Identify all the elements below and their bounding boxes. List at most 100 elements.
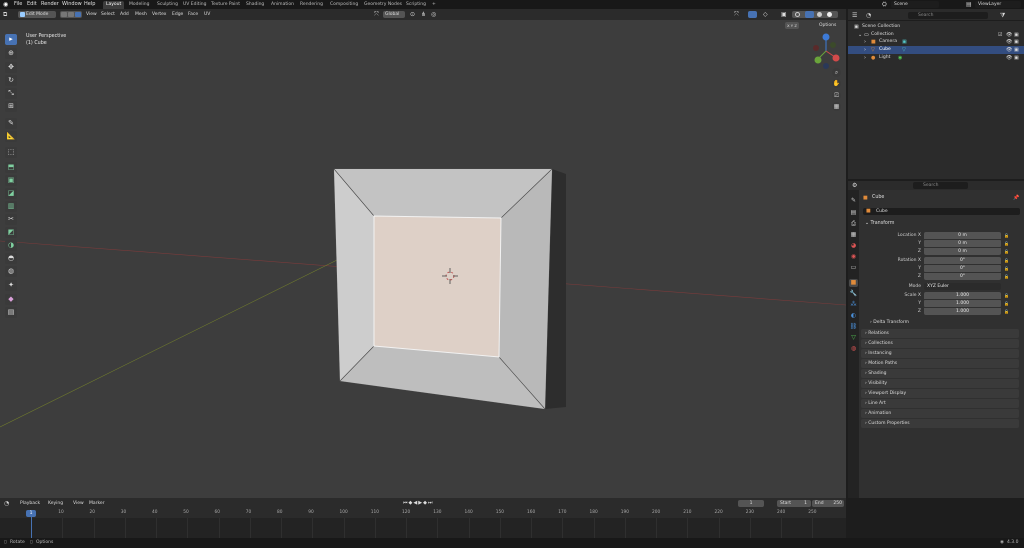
menu-playback[interactable]: Playback [18,500,42,507]
select-box-tool-icon[interactable]: ▸ [5,34,17,45]
render-camera-icon[interactable]: ▣ [1014,38,1019,46]
rendered-shading-icon[interactable] [827,12,832,17]
particles-tab-icon[interactable]: ⁂ [849,301,858,309]
face-select-icon[interactable] [75,12,81,17]
lock-rotation-y-icon[interactable]: 🔓 [1004,266,1009,271]
spin-tool-icon[interactable]: ◑ [5,240,17,251]
perspective-grid-icon[interactable]: ▦ [832,102,841,111]
outliner-row-scene-collection[interactable]: ▣ Scene Collection [848,23,1024,31]
lock-location-x-icon[interactable]: 🔓 [1004,233,1009,238]
filter-icon[interactable]: ⧩ [1000,12,1008,19]
tab-scripting[interactable]: Scripting [403,1,429,9]
menu-timeline-view[interactable]: View [71,500,86,507]
blender-logo-icon[interactable]: ◉ [3,1,10,8]
physics-tab-icon[interactable]: ◐ [849,312,858,320]
tab-compositing[interactable]: Compositing [327,1,361,9]
view-layer-tab-icon[interactable]: ▦ [849,231,858,239]
scale-y-field[interactable]: 1.000 [924,300,1001,307]
render-tab-icon[interactable]: ▤ [849,209,858,217]
location-z-field[interactable]: 0 m [924,248,1001,255]
panel-custom-properties[interactable]: › Custom Properties [861,419,1019,428]
modifiers-tab-icon[interactable]: 🔧 [849,290,858,298]
scene-selector[interactable]: Scene [891,1,939,8]
menu-marker[interactable]: Marker [87,500,107,507]
3d-viewport[interactable] [0,9,846,498]
tab-texture-paint[interactable]: Texture Paint [208,1,243,9]
panel-instancing[interactable]: › Instancing [861,349,1019,358]
outliner-search-input[interactable]: Search [908,12,988,19]
menu-keying[interactable]: Keying [46,500,65,507]
visibility-eye-icon[interactable]: 👁 [1006,38,1012,46]
rotation-z-field[interactable]: 0° [924,273,1001,280]
extrude-tool-icon[interactable]: ⬒ [5,162,17,173]
menu-view[interactable]: View [84,11,99,18]
tab-modeling[interactable]: Modeling [126,1,152,9]
tab-animation[interactable]: Animation [268,1,297,9]
move-tool-icon[interactable]: ✥ [5,62,17,73]
lock-rotation-z-icon[interactable]: 🔓 [1004,274,1009,279]
menu-vertex[interactable]: Vertex [150,11,168,18]
edge-select-icon[interactable] [68,12,74,17]
menu-face[interactable]: Face [186,11,200,18]
properties-search-input[interactable]: Search [913,182,968,189]
lock-scale-y-icon[interactable]: 🔓 [1004,301,1009,306]
pin-icon[interactable]: 📌 [1013,195,1019,201]
scene-tab-icon[interactable]: ◕ [849,242,858,250]
expand-arrow-icon[interactable]: › [864,38,866,46]
overlay-toggle-icon[interactable] [748,11,757,18]
rotation-y-field[interactable]: 0° [924,265,1001,272]
transform-panel-header[interactable]: ⌄ Transform [861,219,1019,228]
tab-uv-editing[interactable]: UV Editing [180,1,209,9]
transform-tool-icon[interactable]: ⊞ [5,101,17,112]
menu-edit[interactable]: Edit [25,1,39,8]
shear-tool-icon[interactable]: ◆ [5,294,17,305]
outliner-row-light[interactable]: › ● Light ◉ 👁 ▣ [848,54,1024,62]
location-y-field[interactable]: 0 m [924,240,1001,247]
panel-relations[interactable]: › Relations [861,329,1019,338]
render-camera-icon[interactable]: ▣ [1014,54,1019,62]
pan-hand-icon[interactable]: ✋ [832,79,841,88]
scale-tool-icon[interactable]: ⤡ [5,88,17,99]
collection-tab-icon[interactable]: ▭ [849,264,858,272]
rotation-mode-select[interactable]: XYZ Euler [924,283,1001,290]
output-tab-icon[interactable]: ⎙ [849,220,858,228]
rotate-tool-icon[interactable]: ↻ [5,75,17,86]
menu-add[interactable]: Add [118,11,131,18]
panel-motion-paths[interactable]: › Motion Paths [861,359,1019,368]
visibility-eye-icon[interactable]: 👁 [1006,46,1012,54]
location-x-field[interactable]: 0 m [924,232,1001,239]
wireframe-shading-icon[interactable] [795,12,800,17]
current-frame-field[interactable]: 1 [738,500,764,507]
shrink-fatten-tool-icon[interactable]: ✦ [5,280,17,291]
lock-location-z-icon[interactable]: 🔓 [1004,249,1009,254]
solid-shading-icon[interactable] [805,11,814,18]
menu-select[interactable]: Select [99,11,117,18]
knife-tool-icon[interactable]: ✂ [5,214,17,225]
visibility-eye-icon[interactable]: 👁 [1006,54,1012,62]
cursor-tool-icon[interactable]: ⊕ [5,48,17,59]
add-workspace-button[interactable]: + [429,1,439,9]
mesh-overlay-icon[interactable]: ◇ [763,11,771,18]
timeline-editor-icon[interactable]: ◔ [4,500,9,507]
display-mode-icon[interactable]: ◔ [866,12,874,19]
add-cube-tool-icon[interactable]: ⬚ [5,147,17,158]
measure-tool-icon[interactable]: 📐 [5,131,17,142]
lock-scale-x-icon[interactable]: 🔓 [1004,293,1009,298]
panel-line-art[interactable]: › Line Art [861,399,1019,408]
lock-location-y-icon[interactable]: 🔓 [1004,241,1009,246]
outliner-row-camera[interactable]: › ■ Camera ▣ 👁 ▣ [848,38,1024,46]
jump-end-icon[interactable]: ⏭ [428,500,434,506]
rotation-x-field[interactable]: 0° [924,257,1001,264]
panel-visibility[interactable]: › Visibility [861,379,1019,388]
lock-rotation-x-icon[interactable]: 🔓 [1004,258,1009,263]
object-tab-icon[interactable]: ■ [849,279,858,287]
menu-file[interactable]: File [12,1,24,8]
data-tab-icon[interactable]: ▽ [849,334,858,342]
material-shading-icon[interactable] [817,12,822,17]
properties-editor-icon[interactable]: ⚙ [852,182,860,189]
panel-animation[interactable]: › Animation [861,409,1019,418]
rip-region-tool-icon[interactable]: ▤ [5,307,17,318]
camera-view-icon[interactable]: ⎚ [832,91,841,100]
orientation-selector[interactable]: Global [383,11,405,18]
loop-cut-tool-icon[interactable]: ▥ [5,201,17,212]
